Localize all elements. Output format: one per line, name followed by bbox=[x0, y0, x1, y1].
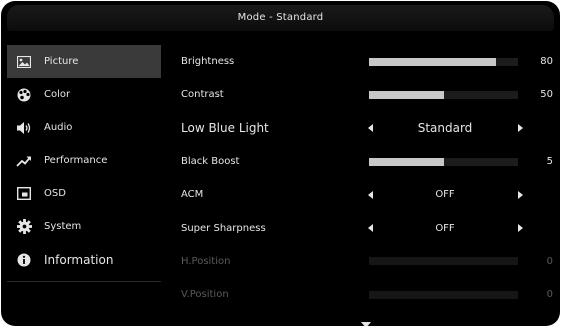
sidebar-item-label: Color bbox=[44, 89, 71, 100]
black-boost-slider[interactable] bbox=[369, 157, 518, 166]
osd-header: Mode - Standard bbox=[7, 5, 554, 31]
h-position-row: H.Position 0 bbox=[181, 245, 553, 278]
osd-panel: Mode - Standard Picture Color Audio Perf… bbox=[1, 1, 560, 326]
v-position-value: 0 bbox=[546, 289, 553, 301]
arrow-left-icon[interactable] bbox=[365, 123, 375, 133]
v-position-label: V.Position bbox=[181, 289, 229, 301]
acm-value: OFF bbox=[435, 189, 455, 201]
speaker-icon bbox=[16, 120, 32, 136]
v-position-slider bbox=[369, 290, 518, 299]
arrow-left-icon[interactable] bbox=[365, 190, 375, 200]
super-sharpness-value: OFF bbox=[435, 222, 455, 234]
h-position-label: H.Position bbox=[181, 255, 231, 267]
sidebar-item-information[interactable]: Information bbox=[7, 243, 161, 276]
sidebar-item-label: Performance bbox=[44, 155, 108, 166]
super-sharpness-row[interactable]: Super Sharpness OFF bbox=[181, 211, 553, 244]
black-boost-label: Black Boost bbox=[181, 156, 240, 168]
picture-icon bbox=[16, 54, 32, 70]
gear-icon bbox=[16, 219, 32, 235]
contrast-slider[interactable] bbox=[369, 90, 518, 99]
sidebar-item-label: Picture bbox=[44, 56, 79, 67]
acm-label: ACM bbox=[181, 189, 204, 201]
super-sharpness-selector[interactable]: OFF bbox=[365, 221, 525, 235]
low-blue-light-selector[interactable]: Standard bbox=[365, 121, 525, 135]
brightness-slider[interactable] bbox=[369, 57, 518, 66]
acm-selector[interactable]: OFF bbox=[365, 188, 525, 202]
low-blue-light-value: Standard bbox=[417, 121, 473, 136]
settings-panel: Brightness 80 Contrast 50 Low Blue Light… bbox=[181, 45, 553, 311]
palette-icon bbox=[16, 87, 32, 103]
brightness-value: 80 bbox=[540, 56, 553, 68]
v-position-row: V.Position 0 bbox=[181, 278, 553, 311]
black-boost-row[interactable]: Black Boost 5 bbox=[181, 145, 553, 178]
sidebar-item-color[interactable]: Color bbox=[7, 78, 161, 111]
sidebar-item-label: OSD bbox=[44, 188, 66, 199]
low-blue-light-label: Low Blue Light bbox=[181, 121, 269, 136]
scroll-down-icon[interactable] bbox=[361, 313, 371, 326]
sidebar-item-label: Audio bbox=[44, 122, 73, 133]
brightness-row[interactable]: Brightness 80 bbox=[181, 45, 553, 78]
black-boost-slider-fill bbox=[369, 157, 444, 166]
info-icon bbox=[16, 252, 32, 268]
black-boost-value: 5 bbox=[546, 156, 553, 168]
acm-row[interactable]: ACM OFF bbox=[181, 178, 553, 211]
low-blue-light-row[interactable]: Low Blue Light Standard bbox=[181, 112, 553, 145]
sidebar-item-audio[interactable]: Audio bbox=[7, 111, 161, 144]
sidebar-menu: Picture Color Audio Performance OSD Syst… bbox=[7, 45, 161, 282]
brightness-label: Brightness bbox=[181, 56, 235, 68]
h-position-slider bbox=[369, 257, 518, 266]
osd-icon bbox=[16, 186, 32, 202]
sidebar-item-system[interactable]: System bbox=[7, 210, 161, 243]
mode-title: Mode - Standard bbox=[237, 12, 324, 23]
sidebar-item-picture[interactable]: Picture bbox=[7, 45, 161, 78]
contrast-value: 50 bbox=[540, 89, 553, 101]
arrow-right-icon[interactable] bbox=[515, 223, 525, 233]
sidebar-item-performance[interactable]: Performance bbox=[7, 144, 161, 177]
arrow-right-icon[interactable] bbox=[515, 190, 525, 200]
arrow-right-icon[interactable] bbox=[515, 123, 525, 133]
contrast-row[interactable]: Contrast 50 bbox=[181, 78, 553, 111]
brightness-slider-fill bbox=[369, 57, 496, 66]
sidebar-item-label: System bbox=[44, 221, 82, 232]
sidebar-divider bbox=[7, 281, 161, 282]
performance-icon bbox=[16, 153, 32, 169]
super-sharpness-label: Super Sharpness bbox=[181, 222, 266, 234]
arrow-left-icon[interactable] bbox=[365, 223, 375, 233]
sidebar-item-osd[interactable]: OSD bbox=[7, 177, 161, 210]
h-position-value: 0 bbox=[546, 255, 553, 267]
contrast-label: Contrast bbox=[181, 89, 224, 101]
contrast-slider-fill bbox=[369, 90, 444, 99]
sidebar-item-label: Information bbox=[44, 252, 114, 267]
